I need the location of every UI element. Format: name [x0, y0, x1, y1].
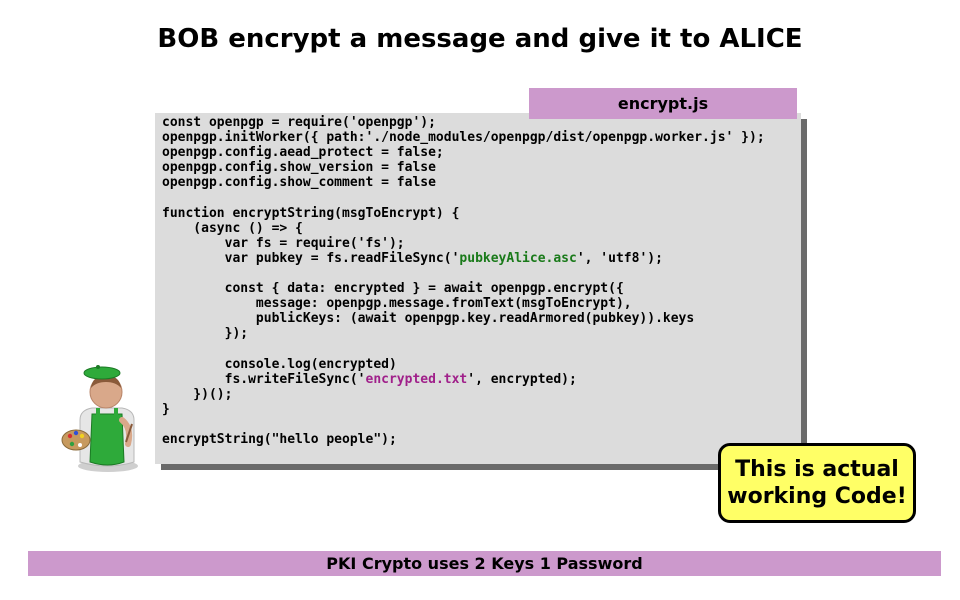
code-text: encryptString("hello people"); [162, 431, 397, 447]
code-panel: const openpgp = require('openpgp'); openp… [155, 113, 801, 464]
slide-title: BOB encrypt a message and give it to ALI… [157, 24, 803, 54]
code-line: publicKeys: (await openpgp.key.readArmor… [162, 311, 765, 326]
code-line: ​ [162, 417, 765, 432]
code-line: openpgp.config.show_version = false [162, 160, 765, 175]
code-line: })(); [162, 387, 765, 402]
code-string-literal: pubkeyAlice.asc [459, 250, 577, 266]
code-text: ', 'utf8'); [576, 250, 663, 266]
code-line: console.log(encrypted) [162, 357, 765, 372]
code-line: } [162, 402, 765, 417]
code-text: ', encrypted); [467, 371, 577, 387]
code-line: const { data: encrypted } = await openpg… [162, 281, 765, 296]
code-line: (async () => { [162, 221, 765, 236]
code-line: openpgp.initWorker({ path:'./node_module… [162, 130, 765, 145]
code-line: ​ [162, 266, 765, 281]
code-text: fs.writeFileSync(' [162, 371, 366, 387]
code-text: openpgp.config.show_version = false [162, 160, 436, 176]
code-text: publicKeys: (await openpgp.key.readArmor… [162, 311, 695, 327]
code-text: openpgp.initWorker({ path:'./node_module… [162, 130, 765, 146]
code-line: encryptString("hello people"); [162, 432, 765, 447]
code-string-literal: encrypted.txt [365, 371, 468, 387]
code-line: var pubkey = fs.readFileSync('pubkeyAlic… [162, 251, 765, 266]
code-text: } [162, 401, 170, 417]
code-text: function encryptString(msgToEncrypt) { [162, 205, 460, 221]
code-line: openpgp.config.show_comment = false [162, 175, 765, 190]
code-text: }); [162, 326, 249, 342]
code-text: const openpgp = require('openpgp'); [162, 115, 436, 130]
filename-tab: encrypt.js [529, 88, 797, 119]
code-line: fs.writeFileSync('encrypted.txt', encryp… [162, 372, 765, 387]
painter-with-palette-icon [58, 358, 148, 478]
footer-bar: PKI Crypto uses 2 Keys 1 Password [28, 551, 941, 576]
code-text: var fs = require('fs'); [162, 235, 405, 251]
callout-line-2: working Code! [727, 484, 907, 509]
code-text: })(); [162, 386, 233, 402]
code-text: console.log(encrypted) [162, 356, 397, 372]
code-text: openpgp.config.show_comment = false [162, 175, 436, 191]
code-line: openpgp.config.aead_protect = false; [162, 145, 765, 160]
callout-box: This is actual working Code! [718, 443, 916, 523]
code-text: openpgp.config.aead_protect = false; [162, 145, 444, 161]
code-line: }); [162, 326, 765, 341]
code-block: const openpgp = require('openpgp'); openp… [162, 115, 765, 447]
code-line: var fs = require('fs'); [162, 236, 765, 251]
code-line: message: openpgp.message.fromText(msgToE… [162, 296, 765, 311]
code-line: ​ [162, 190, 765, 205]
code-text: const { data: encrypted } = await openpg… [162, 281, 624, 297]
code-line: function encryptString(msgToEncrypt) { [162, 206, 765, 221]
code-text: message: openpgp.message.fromText(msgToE… [162, 296, 632, 312]
code-text: var pubkey = fs.readFileSync(' [162, 250, 460, 266]
code-text: (async () => { [162, 220, 303, 236]
callout-line-1: This is actual [735, 457, 899, 482]
code-line: ​ [162, 341, 765, 356]
